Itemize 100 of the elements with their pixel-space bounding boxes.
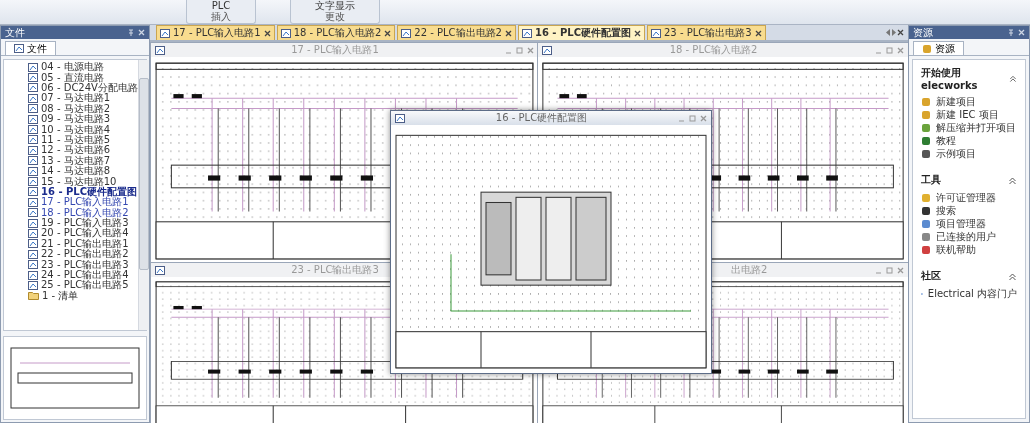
maximize-icon[interactable] [689,114,696,122]
resource-link[interactable]: 教程 [921,135,1017,146]
document-icon [28,270,38,280]
document-icon [28,83,38,93]
document-icon [651,28,661,38]
scroll-left-icon[interactable] [885,29,891,36]
document-icon [28,260,38,270]
document-icon [28,135,38,145]
document-icon [28,208,38,218]
document-tab[interactable]: 18 - PLC输入电路2 [276,25,396,40]
document-icon [401,28,412,38]
document-icon [28,104,38,114]
tree-item[interactable]: 21 - PLC输出电路1 [28,238,138,250]
tree-item[interactable]: 08 - 马达电路2 [28,103,138,114]
tree-item[interactable]: 07 - 马达电路1 [28,93,138,104]
close-icon[interactable] [384,29,392,37]
document-icon [155,45,165,55]
panel-title: 资源 [913,25,933,40]
resource-link[interactable]: 搜索 [921,205,1017,216]
resource-link[interactable]: 项目管理器 [921,218,1017,229]
maximize-icon[interactable] [516,46,523,54]
document-icon [155,265,165,275]
window-title: 23 - PLC输出电路3 [290,263,380,277]
document-tab[interactable]: 23 - PLC输出电路3 [647,25,766,40]
ribbon-group-label: 插入 [211,11,231,22]
pin-icon[interactable] [1008,28,1014,37]
tree-item[interactable]: 09 - 马达电路3 [28,113,138,125]
panel-title: 文件 [5,25,25,40]
document-icon [14,44,24,53]
document-icon [542,45,552,55]
tree-item[interactable]: 24 - PLC输出电路4 [28,269,138,281]
window-title: 17 - PLC输入电路1 [290,43,380,57]
document-tab[interactable]: 22 - PLC输出电路2 [397,25,516,40]
close-icon[interactable] [754,29,762,37]
tree-item[interactable]: 17 - PLC输入电路1 [28,197,138,208]
tree-item[interactable]: 10 - 马达电路4 [28,124,138,135]
maximize-icon[interactable] [886,46,893,54]
tree-item[interactable]: 14 - 马达电路8 [28,165,138,177]
document-icon [28,62,38,72]
tree-item[interactable]: 05 - 直流电路 [28,72,138,83]
document-icon [28,166,38,176]
collapse-icon[interactable] [1008,271,1017,281]
document-icon [395,113,405,123]
collapse-icon[interactable] [1008,175,1017,185]
panel-tab[interactable]: 文件 [5,41,56,55]
collapse-icon[interactable] [1009,74,1017,83]
tree-item[interactable]: 22 - PLC输出电路2 [28,249,138,260]
tree-item[interactable]: 20 - PLC输入电路4 [28,228,138,239]
document-icon [28,197,38,207]
maximize-icon[interactable] [886,266,893,274]
resource-link[interactable]: 示例项目 [921,148,1017,159]
close-icon[interactable] [634,29,641,37]
resource-link[interactable]: Electrical 内容门户 [921,288,1017,299]
document-icon [28,93,38,103]
resource-link[interactable]: 联机帮助 [921,244,1017,255]
tree-item[interactable]: 25 - PLC输出电路5 [28,280,138,291]
tree-item[interactable]: 15 - 马达电路10 [28,176,138,187]
section-title: 开始使用 elecworks [921,66,979,91]
document-icon [28,73,38,83]
ribbon-button[interactable]: 文字显示 [315,0,355,11]
close-icon[interactable] [504,29,512,37]
folder-icon [28,291,39,301]
resource-link[interactable]: 解压缩并打开项目 [921,122,1017,133]
tree-item[interactable]: 16 - PLC硬件配置图 [28,186,138,198]
tree-item[interactable]: 04 - 电源电路 [28,62,138,73]
close-icon[interactable] [263,29,271,37]
scroll-right-icon[interactable] [891,29,897,36]
window-title: 18 - PLC输入电路2 [668,43,759,57]
document-icon [28,187,38,197]
document-icon [28,114,38,124]
document-icon [521,28,532,38]
document-tab[interactable]: 16 - PLC硬件配置图 [517,25,645,40]
tree-item[interactable]: 18 - PLC输入电路2 [28,207,138,218]
close-icon[interactable] [897,29,904,36]
resource-link[interactable]: 新建项目 [921,96,1017,107]
tree-item[interactable]: 12 - 马达电路6 [28,145,138,156]
tree-item[interactable]: 06 - DC24V分配电路 [28,82,138,94]
section-title: 工具 [921,173,941,187]
tree-item[interactable]: 1 - 清单 [28,290,138,301]
tree-item[interactable]: 13 - 马达电路7 [28,155,138,166]
resource-link[interactable]: 已连接的用户 [921,231,1017,242]
document-icon [28,218,38,228]
ribbon-button[interactable]: PLC [211,0,231,11]
scrollbar[interactable] [137,60,149,330]
document-icon [28,145,38,155]
panel-tab[interactable]: 资源 [913,41,964,55]
document-icon [280,28,291,38]
document-tab[interactable]: 17 - PLC输入电路1 [156,25,275,40]
tree-item[interactable]: 19 - PLC输入电路3 [28,217,138,229]
document-icon [28,156,38,166]
resource-link[interactable]: 许可证管理器 [921,192,1017,203]
tree-item[interactable]: 11 - 马达电路5 [28,134,138,146]
section-title: 社区 [921,269,941,283]
document-icon [28,239,38,249]
tree-item[interactable]: 23 - PLC输出电路3 [28,259,138,270]
window-title: 16 - PLC硬件配置图 [494,111,589,125]
document-icon [28,228,38,238]
pin-icon[interactable] [128,28,134,37]
resource-link[interactable]: 新建 IEC 项目 [921,109,1017,120]
ribbon-group-label: 更改 [325,11,345,22]
